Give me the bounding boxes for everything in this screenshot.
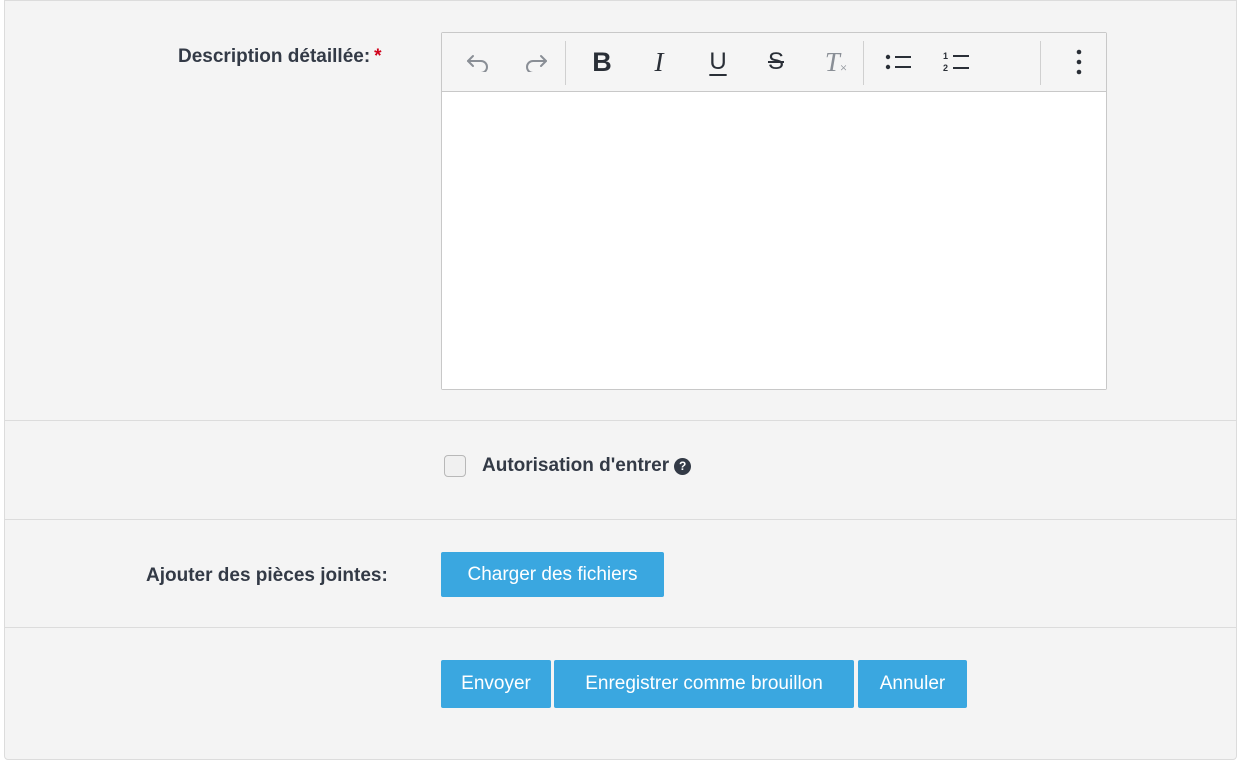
underline-glyph: U xyxy=(709,48,727,75)
help-icon[interactable]: ? xyxy=(674,457,692,475)
attachments-label: Ajouter des pièces jointes: xyxy=(146,565,388,586)
clear-format-glyph: T xyxy=(824,46,840,77)
description-label-text: Description détaillée: xyxy=(178,46,371,67)
permission-label: Autorisation d'entrer ? xyxy=(482,455,692,477)
permission-checkbox[interactable] xyxy=(444,455,466,477)
send-button[interactable]: Envoyer xyxy=(441,660,551,708)
row-divider xyxy=(5,627,1236,628)
help-glyph: ? xyxy=(678,459,687,473)
upload-files-button[interactable]: Charger des fichiers xyxy=(441,552,664,597)
strikethrough-icon[interactable]: S xyxy=(759,45,793,79)
form-panel: Description détaillée: * B I U S T × 1 2… xyxy=(4,0,1237,760)
editor-toolbar: B I U S T × 12 xyxy=(442,33,1106,92)
toolbar-divider xyxy=(565,41,566,85)
redo-icon[interactable] xyxy=(519,45,553,79)
more-vertical-icon[interactable] xyxy=(1062,45,1096,79)
bold-icon[interactable]: B xyxy=(585,45,619,79)
required-asterisk: * xyxy=(374,46,382,67)
editor-content-area[interactable] xyxy=(442,92,1106,389)
undo-icon[interactable] xyxy=(461,45,495,79)
numbered-list-icon[interactable]: 12 xyxy=(940,45,974,79)
permission-label-text: Autorisation d'entrer xyxy=(482,455,670,476)
toolbar-divider xyxy=(1040,41,1041,85)
italic-glyph: I xyxy=(654,46,664,77)
italic-icon[interactable]: I xyxy=(642,45,676,79)
cancel-button[interactable]: Annuler xyxy=(858,660,967,708)
save-draft-button[interactable]: Enregistrer comme brouillon xyxy=(554,660,854,708)
svg-text:1: 1 xyxy=(943,51,948,61)
description-label: Description détaillée: * xyxy=(178,46,382,68)
row-divider xyxy=(5,420,1236,421)
toolbar-divider xyxy=(863,41,864,85)
svg-text:2: 2 xyxy=(943,63,948,73)
rich-text-editor: B I U S T × 12 xyxy=(441,32,1107,390)
row-divider xyxy=(5,519,1236,520)
underline-icon[interactable]: U xyxy=(701,45,735,79)
bullet-list-icon[interactable] xyxy=(882,45,916,79)
strikethrough-glyph: S xyxy=(767,48,784,75)
clear-format-icon[interactable]: T × xyxy=(819,45,853,79)
bold-glyph: B xyxy=(592,46,612,77)
